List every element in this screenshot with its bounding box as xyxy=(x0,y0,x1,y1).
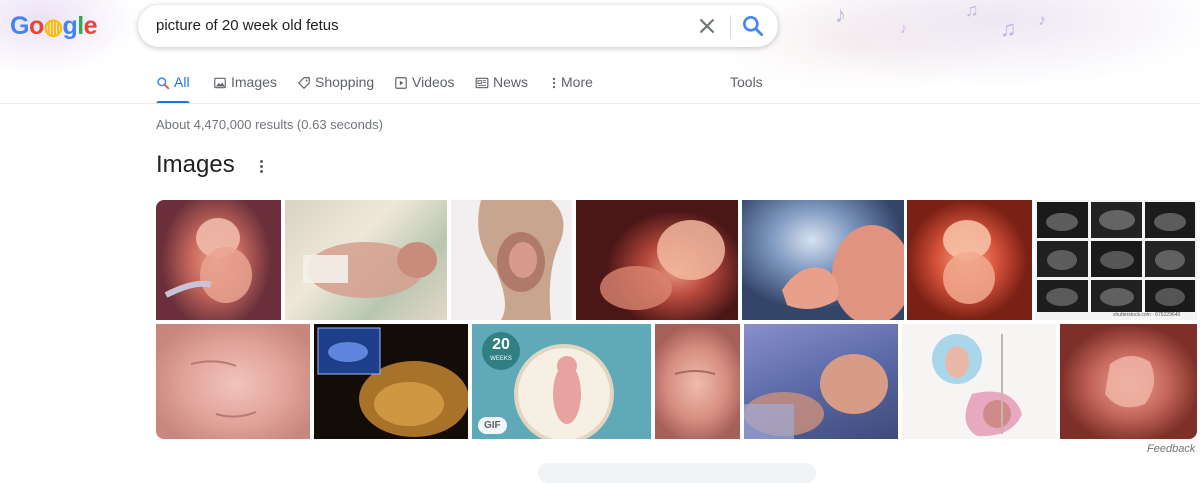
fetus-hand-photo xyxy=(1105,355,1154,408)
3d-ultrasound-image xyxy=(317,327,468,437)
ultrasound-grid xyxy=(1037,202,1195,312)
image-result-thumbnail[interactable]: 20 WEEKS GIF xyxy=(472,324,651,439)
search-icon xyxy=(157,77,170,90)
tab-label: Shopping xyxy=(315,74,375,90)
play-icon xyxy=(395,77,407,89)
pregnancy-anatomy-illustration xyxy=(478,200,564,320)
logo-letter: G xyxy=(10,12,29,40)
image-result-thumbnail[interactable] xyxy=(1060,324,1197,439)
search-input[interactable]: picture of 20 week old fetus xyxy=(156,17,339,34)
tab-shopping[interactable]: Shopping xyxy=(297,74,374,104)
tools-label: Tools xyxy=(730,74,763,90)
image-result-thumbnail[interactable]: shutterstock.com · 676229640 xyxy=(1035,200,1197,320)
gif-badge: GIF xyxy=(478,417,507,434)
music-note-icon: ♫ xyxy=(965,0,979,20)
clear-icon[interactable] xyxy=(694,13,720,39)
tab-label: News xyxy=(493,74,529,90)
fetus-illustration xyxy=(600,220,725,310)
google-doodle-logo[interactable]: Go◍gle xyxy=(10,12,98,41)
images-section-title: Images xyxy=(156,151,235,178)
weeks-badge: 20 WEEKS xyxy=(482,332,520,370)
logo-letter: g xyxy=(62,12,78,40)
image-result-thumbnail[interactable] xyxy=(156,200,281,320)
pregnancy-diagram xyxy=(932,334,1022,437)
logo-letter: e xyxy=(83,12,98,40)
images-options-icon[interactable] xyxy=(254,159,268,177)
tools-button[interactable]: Tools xyxy=(730,74,763,104)
fetus-face-photo xyxy=(190,360,257,418)
weeks-number: 20 xyxy=(492,336,510,353)
tab-images[interactable]: Images xyxy=(213,74,277,104)
music-note-icon: ♪ xyxy=(900,20,907,36)
fetus-face-photo xyxy=(674,370,716,375)
premature-baby-photo xyxy=(744,354,888,439)
logo-letter: ◍ xyxy=(43,14,63,39)
premature-baby-photo xyxy=(303,242,437,298)
image-result-thumbnail[interactable] xyxy=(655,324,740,439)
fetus-illustration xyxy=(164,218,252,303)
tab-all[interactable]: All xyxy=(156,74,190,104)
image-result-thumbnail[interactable] xyxy=(576,200,738,320)
tab-label: Videos xyxy=(412,74,455,90)
search-divider xyxy=(730,15,731,39)
image-result-thumbnail[interactable] xyxy=(907,200,1032,320)
image-result-thumbnail[interactable] xyxy=(451,200,572,320)
tag-icon xyxy=(297,77,310,90)
fetus-hand-illustration xyxy=(782,225,904,320)
logo-letter: o xyxy=(28,12,44,40)
feedback-link[interactable]: Feedback xyxy=(1147,443,1195,455)
image-result-thumbnail[interactable] xyxy=(742,200,904,320)
image-result-thumbnail[interactable] xyxy=(314,324,468,439)
tab-label: Images xyxy=(231,74,277,90)
shutterstock-caption: shutterstock.com · 676229640 xyxy=(1113,312,1181,318)
music-note-icon: ♪ xyxy=(835,2,846,27)
search-box[interactable]: picture of 20 week old fetus xyxy=(138,5,778,47)
header-divider xyxy=(0,103,1200,104)
weeks-word: WEEKS xyxy=(490,356,512,362)
music-note-icon: ♪ xyxy=(1038,12,1046,29)
tab-news[interactable]: News xyxy=(475,74,528,104)
vertical-dots-icon xyxy=(552,77,556,89)
music-note-icon: ♫ xyxy=(1000,16,1017,41)
image-result-thumbnail[interactable] xyxy=(902,324,1056,439)
image-result-thumbnail[interactable] xyxy=(285,200,447,320)
image-result-thumbnail[interactable] xyxy=(744,324,898,439)
tab-more[interactable]: More xyxy=(551,74,593,104)
tab-label: More xyxy=(561,74,593,90)
tab-videos[interactable]: Videos xyxy=(394,74,455,104)
result-stats: About 4,470,000 results (0.63 seconds) xyxy=(156,117,383,132)
fetus-illustration xyxy=(943,220,995,304)
more-images-button[interactable] xyxy=(538,463,816,483)
newspaper-icon xyxy=(475,77,489,89)
image-icon xyxy=(214,77,226,89)
search-icon[interactable] xyxy=(740,13,766,39)
image-result-thumbnail[interactable] xyxy=(156,324,310,439)
tab-label: All xyxy=(174,74,190,90)
